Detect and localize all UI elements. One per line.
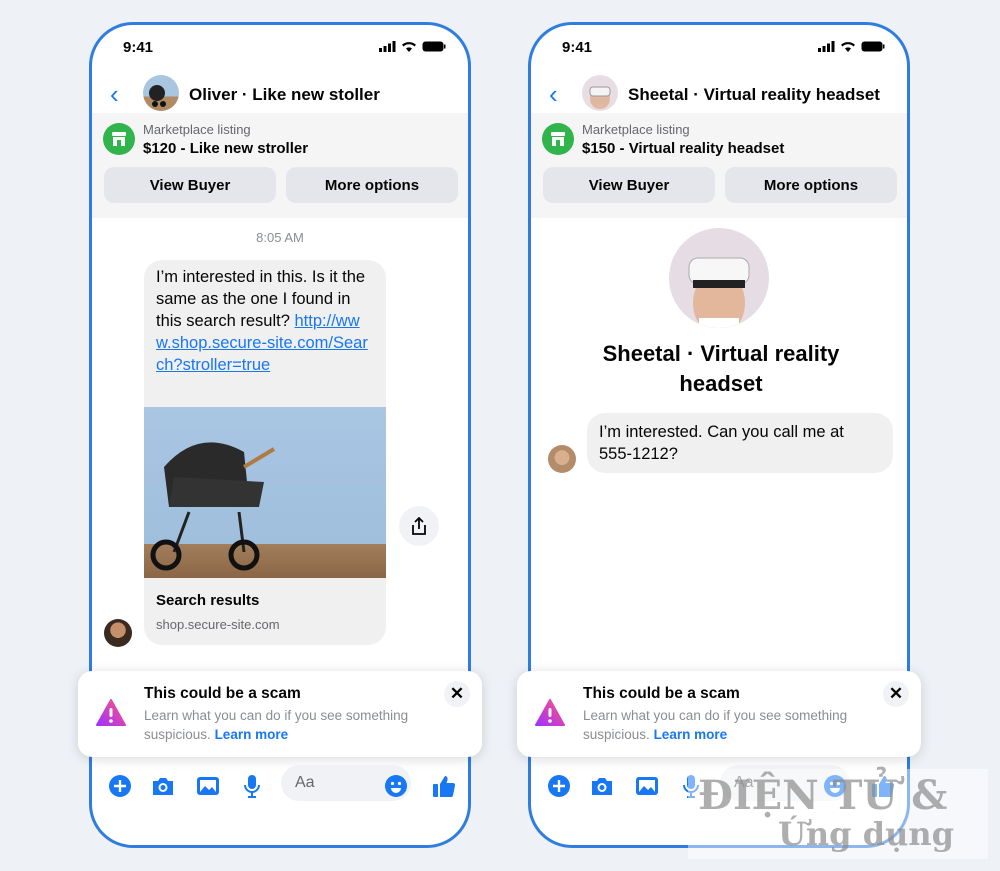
- scam-title: This could be a scam: [144, 685, 301, 702]
- thumbs-up-icon: [433, 776, 456, 798]
- wifi-icon: [841, 42, 855, 52]
- sender-avatar[interactable]: [548, 445, 576, 473]
- share-button[interactable]: [399, 506, 439, 546]
- camera-icon: [592, 778, 612, 795]
- signal-icon: [818, 41, 835, 52]
- emoji-button[interactable]: [382, 772, 410, 800]
- message-timestamp: 8:05 AM: [256, 230, 304, 245]
- more-options-button[interactable]: More options: [725, 167, 897, 203]
- close-banner-button[interactable]: ✕: [883, 681, 909, 707]
- battery-icon: [422, 41, 446, 52]
- watermark-logo: ĐIỆN TỬ & Ứng dụng: [688, 769, 988, 859]
- link-title[interactable]: Search results: [156, 592, 259, 609]
- listing-label: Marketplace listing: [582, 122, 690, 137]
- learn-more-link[interactable]: Learn more: [215, 727, 289, 742]
- phone-right: 9:41 ‹ Sheetal · Virtual reality headset…: [517, 22, 921, 848]
- phone-left: 9:41 ‹ Oliver · Like new stoller Marketp…: [78, 22, 482, 848]
- learn-more-link[interactable]: Learn more: [654, 727, 728, 742]
- battery-icon: [861, 41, 885, 52]
- conversation-title[interactable]: Sheetal · Virtual reality headset: [628, 85, 880, 105]
- warning-icon: [96, 699, 126, 726]
- link-domain: shop.secure-site.com: [156, 617, 280, 632]
- microphone-icon: [244, 775, 260, 798]
- scam-description: Learn what you can do if you see somethi…: [144, 708, 409, 742]
- plus-icon: [109, 775, 131, 797]
- warning-icon: [535, 699, 565, 726]
- link-preview-image[interactable]: [144, 407, 386, 578]
- marketplace-listing-panel: Marketplace listing $150 - Virtual reali…: [531, 113, 907, 218]
- camera-button[interactable]: [149, 772, 177, 800]
- status-icons: [818, 41, 885, 52]
- scam-description: Learn what you can do if you see somethi…: [583, 708, 848, 742]
- image-icon: [636, 777, 658, 795]
- marketplace-shop-icon: [103, 123, 135, 155]
- share-icon: [412, 517, 426, 535]
- plus-button[interactable]: [106, 772, 134, 800]
- message-bubble: I’m interested in this. Is it the same a…: [144, 260, 386, 645]
- back-chevron-icon[interactable]: ‹: [110, 81, 119, 107]
- microphone-button[interactable]: [238, 772, 266, 800]
- message-bubble: I’m interested. Can you call me at 555-1…: [587, 413, 893, 473]
- image-icon: [197, 777, 219, 795]
- stroller-image: [150, 442, 276, 571]
- like-button[interactable]: [430, 772, 458, 800]
- marketplace-listing-panel: Marketplace listing $120 - Like new stro…: [92, 113, 468, 218]
- signal-icon: [379, 41, 396, 52]
- gallery-button[interactable]: [633, 772, 661, 800]
- scam-warning-banner: This could be a scam Learn what you can …: [78, 671, 482, 757]
- sender-avatar[interactable]: [104, 619, 132, 647]
- wifi-icon: [402, 42, 416, 52]
- camera-icon: [153, 778, 173, 795]
- camera-button[interactable]: [588, 772, 616, 800]
- status-time: 9:41: [123, 39, 154, 56]
- scam-title: This could be a scam: [583, 685, 740, 702]
- scam-warning-banner: This could be a scam Learn what you can …: [517, 671, 921, 757]
- more-options-button[interactable]: More options: [286, 167, 458, 203]
- header-avatar[interactable]: [582, 75, 618, 111]
- gallery-button[interactable]: [194, 772, 222, 800]
- emoji-icon: [385, 775, 407, 797]
- status-time: 9:41: [562, 39, 593, 56]
- profile-name: Sheetal · Virtual reality headset: [602, 341, 840, 396]
- plus-button[interactable]: [545, 772, 573, 800]
- listing-price[interactable]: $120 - Like new stroller: [143, 140, 308, 157]
- plus-icon: [548, 775, 570, 797]
- view-buyer-button[interactable]: View Buyer: [543, 167, 715, 203]
- listing-price[interactable]: $150 - Virtual reality headset: [582, 140, 784, 157]
- status-icons: [379, 41, 446, 52]
- listing-label: Marketplace listing: [143, 122, 251, 137]
- header-avatar[interactable]: [143, 75, 179, 111]
- conversation-title[interactable]: Oliver · Like new stoller: [189, 85, 380, 105]
- close-banner-button[interactable]: ✕: [444, 681, 470, 707]
- profile-avatar[interactable]: [669, 228, 769, 328]
- view-buyer-button[interactable]: View Buyer: [104, 167, 276, 203]
- back-chevron-icon[interactable]: ‹: [549, 81, 558, 107]
- marketplace-shop-icon: [542, 123, 574, 155]
